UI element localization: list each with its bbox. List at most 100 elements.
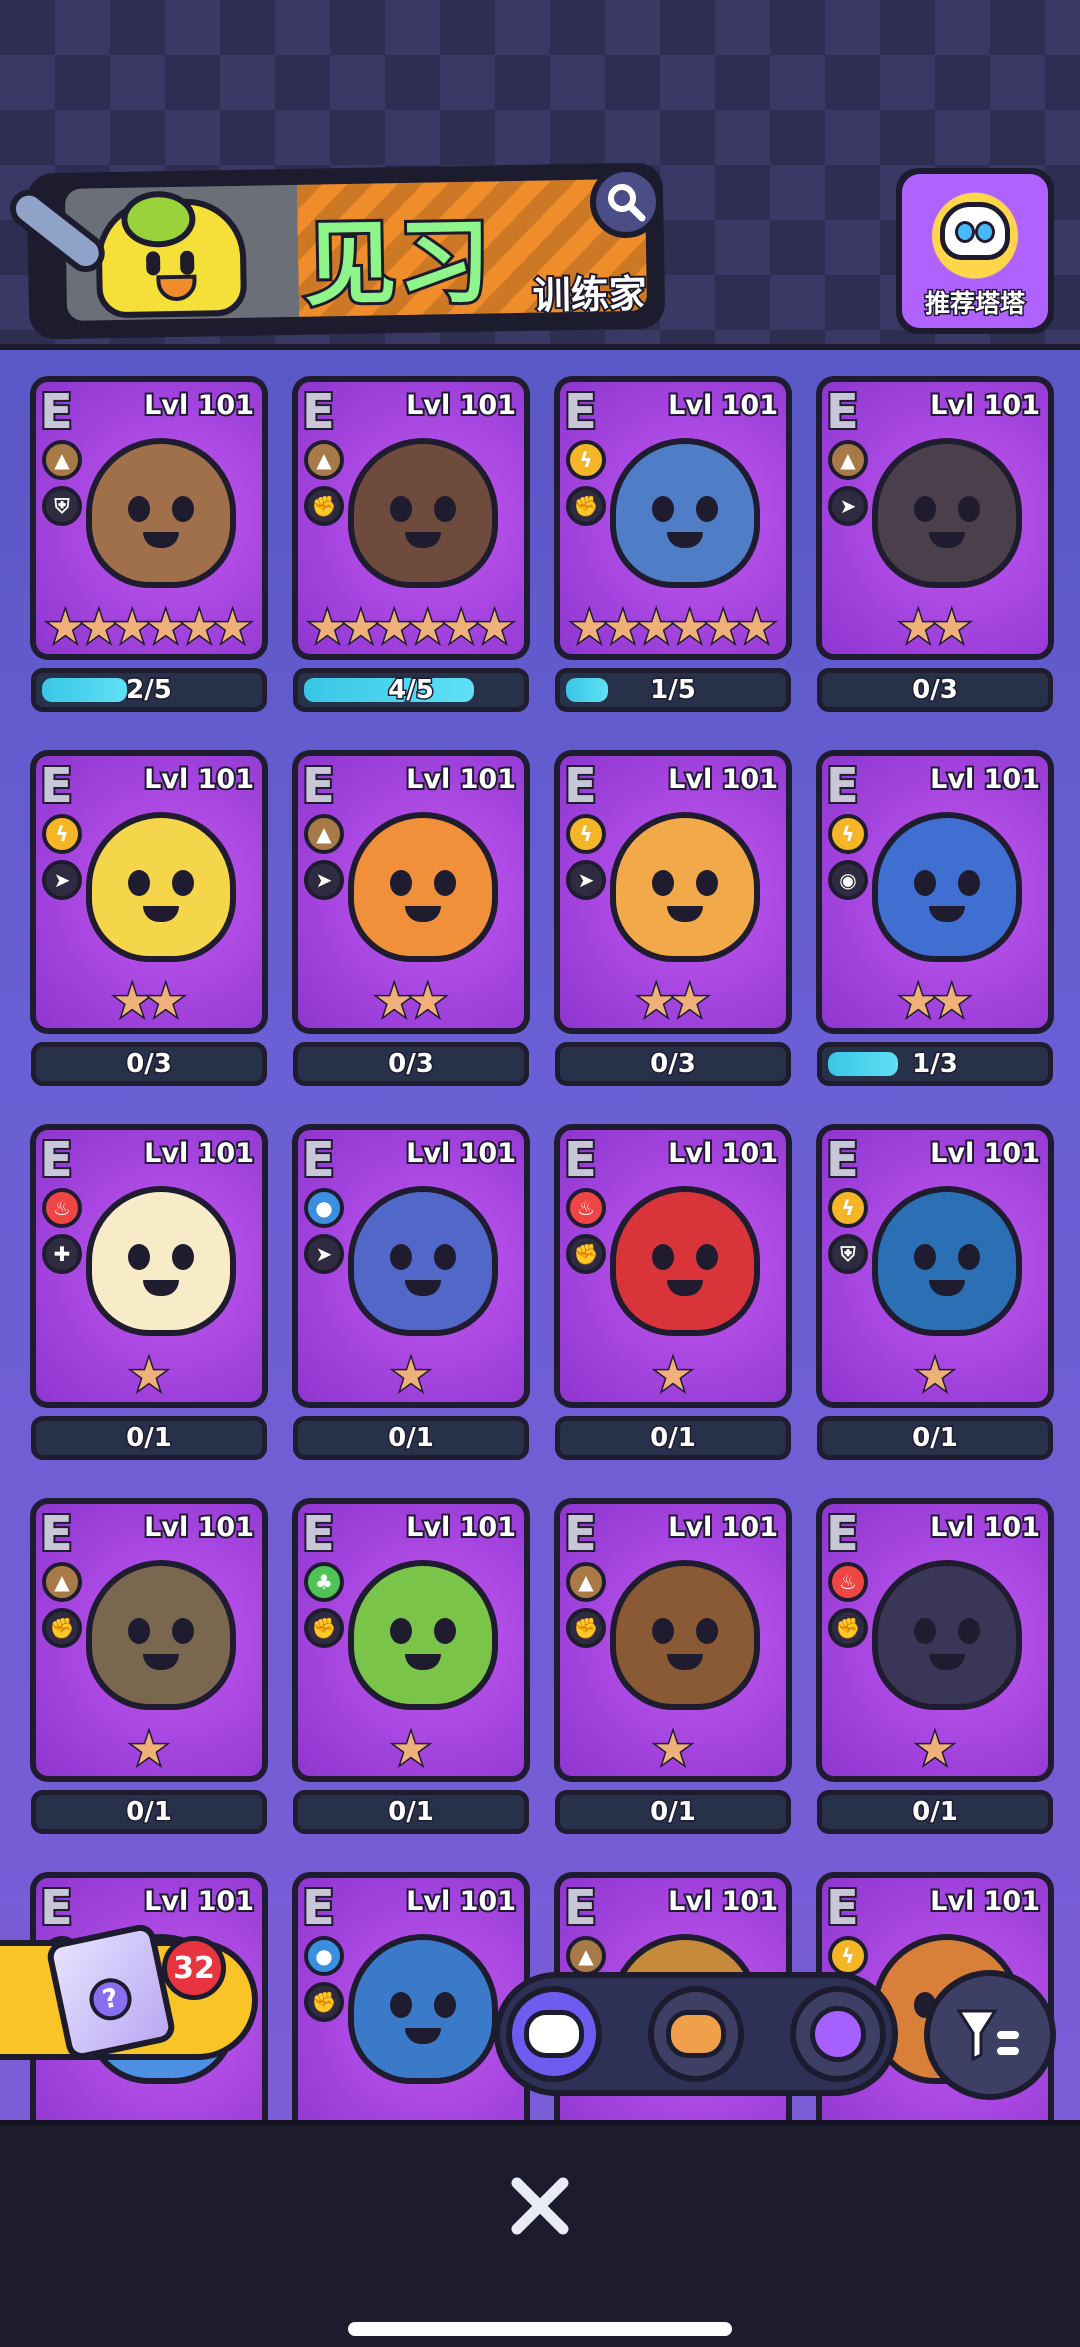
rarity-label: E (300, 1504, 337, 1564)
fire-icon: ♨ (42, 1188, 82, 1228)
hamster-face-icon (666, 2010, 726, 2058)
progress-text: 0/1 (649, 1422, 698, 1455)
creature-card[interactable]: E Lvl 101 ♨ ✚ ★ (30, 1124, 268, 1408)
creature-card[interactable]: E Lvl 101 ♣ ✊ ★ (292, 1498, 530, 1782)
progress-text: 0/3 (387, 1048, 436, 1081)
star-icon: ★ (390, 1350, 432, 1401)
progress-bar: 0/3 (31, 1042, 267, 1086)
progress-text: 1/3 (911, 1048, 960, 1081)
progress-bar: 0/1 (555, 1416, 791, 1460)
creature-card[interactable]: E Lvl 101 ϟ ◉ ★ ★ (816, 750, 1054, 1034)
close-button[interactable] (498, 2164, 582, 2248)
creature-card[interactable]: E Lvl 101 ▲ ➤ ★ ★ (816, 376, 1054, 660)
mystery-box-button[interactable]: ? 32 (0, 1921, 258, 2063)
recommend-button[interactable]: 推荐塔塔 (896, 168, 1054, 334)
star-icon: ★ (652, 1724, 694, 1775)
fist-icon: ✊ (42, 1608, 82, 1648)
creature-portrait (86, 438, 236, 588)
rarity-label: E (300, 382, 337, 442)
header: 见习 训练家 推荐塔塔 (0, 0, 1080, 350)
water-icon: ● (304, 1188, 344, 1228)
creature-portrait (610, 1186, 760, 1336)
creature-portrait (348, 1560, 498, 1710)
creature-card[interactable]: E Lvl 101 ▲ ➤ ★ ★ (292, 750, 530, 1034)
progress-text: 0/1 (911, 1422, 960, 1455)
heal-icon: ✚ (42, 1234, 82, 1274)
thunder-icon: ϟ (828, 814, 868, 854)
creature-card[interactable]: E Lvl 101 ▲ ⛨ ★ ★ ★ ★ ★ ★ (30, 376, 268, 660)
creature-card[interactable]: E Lvl 101 ● ➤ ★ (292, 1124, 530, 1408)
level-label: Lvl 101 (928, 388, 1042, 423)
progress-text: 0/3 (125, 1048, 174, 1081)
level-label: Lvl 101 (142, 388, 256, 423)
fist-icon: ✊ (566, 1234, 606, 1274)
star-rating: ★ (822, 1352, 1048, 1399)
creature-portrait (610, 1560, 760, 1710)
search-button[interactable] (590, 166, 662, 238)
progress-text: 0/1 (387, 1796, 436, 1829)
category-tabs (494, 1972, 898, 2096)
creature-card[interactable]: E Lvl 101 ▲ ✊ ★ (30, 1498, 268, 1782)
star-icon: ★ (128, 1350, 170, 1401)
fist-icon: ✊ (304, 1982, 344, 2022)
thunder-icon: ϟ (42, 814, 82, 854)
rarity-label: E (300, 1130, 337, 1190)
search-icon (608, 184, 646, 222)
rarity-label: E (824, 1130, 861, 1190)
creature-card[interactable]: E Lvl 101 ● ✊ (292, 1872, 530, 2124)
creature-portrait (872, 1186, 1022, 1336)
rarity-label: E (38, 382, 75, 442)
fist-icon: ✊ (566, 1608, 606, 1648)
rank-title: 见习 (300, 205, 496, 320)
creature-card[interactable]: E Lvl 101 ♨ ✊ ★ (554, 1124, 792, 1408)
level-label: Lvl 101 (404, 1884, 518, 1919)
fire-icon: ♨ (828, 1562, 868, 1602)
rarity-label: E (824, 756, 861, 816)
creature-card[interactable]: E Lvl 101 ϟ ➤ ★ ★ (30, 750, 268, 1034)
earth-icon: ▲ (304, 440, 344, 480)
creature-card[interactable]: E Lvl 101 ϟ ➤ ★ ★ (554, 750, 792, 1034)
earth-icon: ▲ (566, 1562, 606, 1602)
earth-icon: ▲ (42, 1562, 82, 1602)
progress-text: 0/1 (911, 1796, 960, 1829)
rarity-label: E (300, 756, 337, 816)
rarity-label: E (824, 382, 861, 442)
star-rating: ★ ★ (298, 978, 524, 1025)
star-rating: ★ (560, 1724, 786, 1775)
creature-card[interactable]: E Lvl 101 ϟ ⛨ ★ (816, 1124, 1054, 1408)
creature-portrait (86, 812, 236, 962)
creature-card[interactable]: E Lvl 101 ▲ ✊ ★ ★ ★ ★ ★ ★ (292, 376, 530, 660)
mystery-box-icon: ? (44, 1921, 178, 2063)
star-rating: ★ ★ (560, 976, 786, 1027)
progress-bar: 0/3 (817, 668, 1053, 712)
star-rating: ★ ★ ★ ★ ★ ★ (298, 604, 524, 651)
creature-card[interactable]: E Lvl 101 ♨ ✊ ★ (816, 1498, 1054, 1782)
progress-text: 1/5 (649, 674, 698, 707)
filter-button[interactable] (924, 1970, 1056, 2100)
level-label: Lvl 101 (142, 762, 256, 797)
fist-icon: ✊ (304, 1608, 344, 1648)
star-icon: ★ (735, 602, 777, 653)
star-icon: ★ (144, 976, 186, 1027)
rarity-label: E (38, 1504, 75, 1564)
tab-cat-badge[interactable] (790, 1986, 886, 2082)
speed-icon: ➤ (566, 860, 606, 900)
level-label: Lvl 101 (928, 1510, 1042, 1545)
progress-bar: 0/1 (293, 1790, 529, 1834)
progress-bar: 0/1 (555, 1790, 791, 1834)
bottom-bar (0, 2120, 1080, 2347)
level-label: Lvl 101 (142, 1510, 256, 1545)
star-icon: ★ (390, 1724, 432, 1775)
progress-bar: 2/5 (31, 668, 267, 712)
trainer-rank-tag: 见习 训练家 (26, 162, 666, 340)
creature-portrait (86, 1560, 236, 1710)
tab-robot[interactable] (506, 1986, 602, 2082)
rank-subtitle: 训练家 (530, 270, 648, 320)
creature-card[interactable]: E Lvl 101 ϟ ✊ ★ ★ ★ ★ ★ ★ (554, 376, 792, 660)
creature-portrait (348, 1186, 498, 1336)
star-icon: ★ (668, 976, 710, 1027)
level-label: Lvl 101 (404, 1136, 518, 1171)
creature-card[interactable]: E Lvl 101 ▲ ✊ ★ (554, 1498, 792, 1782)
star-rating: ★ (298, 1350, 524, 1401)
tab-hamster[interactable] (648, 1986, 744, 2082)
